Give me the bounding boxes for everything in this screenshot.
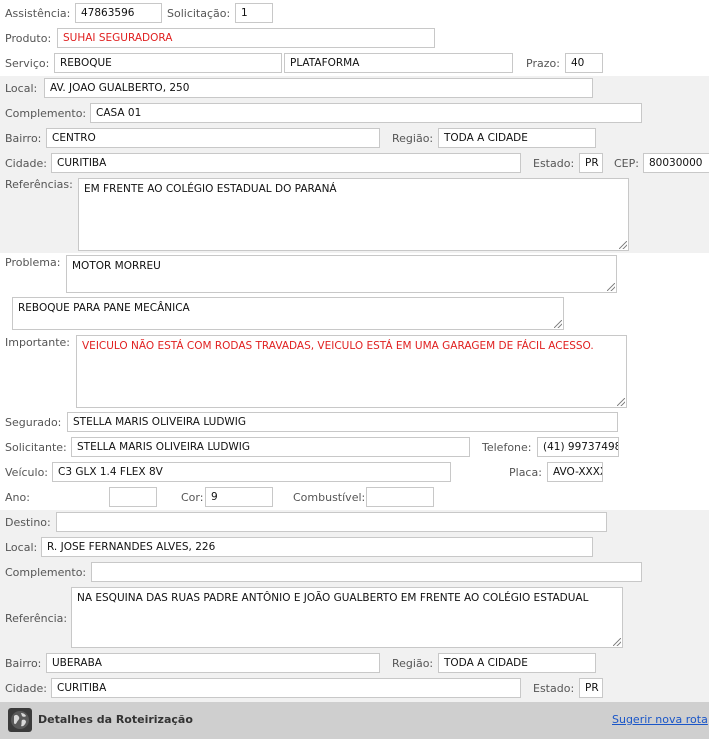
destino-referencia-text: NA ESQUINA DAS RUAS PADRE ANTÔNIO E JOÃO… xyxy=(77,592,589,604)
destino-cidade-field[interactable]: CURITIBA xyxy=(51,678,521,698)
regiao-label: Região: xyxy=(392,132,434,145)
servico-type-field[interactable]: PLATAFORMA xyxy=(284,53,513,73)
destino-regiao-field[interactable]: TODA A CIDADE xyxy=(438,653,596,673)
cor-label: Cor: xyxy=(181,491,204,504)
telefone-label: Telefone: xyxy=(482,441,532,454)
local-label: Local: xyxy=(5,82,38,95)
complemento-label: Complemento: xyxy=(5,107,87,120)
telefone-field[interactable]: (41) 997374986 xyxy=(537,437,619,457)
destino-bairro-label: Bairro: xyxy=(5,657,42,670)
combustivel-label: Combustível: xyxy=(293,491,366,504)
destino-regiao-label: Região: xyxy=(392,657,434,670)
problema-text: MOTOR MORREU xyxy=(72,260,161,272)
problema-label: Problema: xyxy=(5,256,61,269)
referencias-label: Referências: xyxy=(5,178,73,191)
suggest-route-link[interactable]: Sugerir nova rota xyxy=(612,713,708,726)
resize-grip-icon[interactable] xyxy=(619,241,627,249)
routing-details-bar: Detalhes da Roteirização Sugerir nova ro… xyxy=(0,702,709,739)
assistencia-label: Assistência: xyxy=(5,7,71,20)
importante-text: VEICULO NÃO ESTÁ COM RODAS TRAVADAS, VEI… xyxy=(82,340,594,352)
destino-label: Destino: xyxy=(5,516,51,529)
resize-grip-icon[interactable] xyxy=(607,283,615,291)
cep-field[interactable]: 80030000 xyxy=(643,153,709,173)
destino-bairro-field[interactable]: UBERABA xyxy=(46,653,380,673)
routing-details-title: Detalhes da Roteirização xyxy=(38,713,193,726)
problema-textarea[interactable]: MOTOR MORREU xyxy=(66,255,617,293)
destino-local-field[interactable]: R. JOSE FERNANDES ALVES, 226 xyxy=(41,537,593,557)
destino-complemento-label: Complemento: xyxy=(5,566,87,579)
importante-textarea[interactable]: VEICULO NÃO ESTÁ COM RODAS TRAVADAS, VEI… xyxy=(76,335,627,408)
cor-field[interactable]: 9 xyxy=(205,487,273,507)
solicitante-label: Solicitante: xyxy=(5,441,67,454)
resize-grip-icon[interactable] xyxy=(613,638,621,646)
resize-grip-icon[interactable] xyxy=(554,320,562,328)
produto-field[interactable]: SUHAI SEGURADORA xyxy=(57,28,435,48)
solicitacao-label: Solicitação: xyxy=(167,7,231,20)
local-field[interactable]: AV. JOAO GUALBERTO, 250 xyxy=(44,78,593,98)
destino-complemento-field[interactable] xyxy=(91,562,642,582)
ano-field[interactable] xyxy=(109,487,157,507)
destino-estado-field[interactable]: PR xyxy=(579,678,603,698)
servico-label: Serviço: xyxy=(5,57,50,70)
placa-field[interactable]: AVO-XXXX xyxy=(547,462,603,482)
segurado-field[interactable]: STELLA MARIS OLIVEIRA LUDWIG xyxy=(67,412,618,432)
veiculo-label: Veículo: xyxy=(5,466,49,479)
destino-cidade-label: Cidade: xyxy=(5,682,47,695)
estado-label: Estado: xyxy=(533,157,575,170)
prazo-label: Prazo: xyxy=(526,57,560,70)
ano-label: Ano: xyxy=(5,491,30,504)
cep-label: CEP: xyxy=(614,157,639,170)
assistencia-field[interactable]: 47863596 xyxy=(75,3,162,23)
servico-field[interactable]: REBOQUE xyxy=(54,53,282,73)
solicitacao-field[interactable]: 1 xyxy=(235,3,273,23)
destino-referencia-textarea[interactable]: NA ESQUINA DAS RUAS PADRE ANTÔNIO E JOÃO… xyxy=(71,587,623,648)
destino-referencia-label: Referência: xyxy=(5,612,68,625)
regiao-field[interactable]: TODA A CIDADE xyxy=(438,128,596,148)
referencias-text: EM FRENTE AO COLÉGIO ESTADUAL DO PARANÁ xyxy=(84,183,337,195)
importante-label: Importante: xyxy=(5,336,71,349)
problema-detail-textarea[interactable]: REBOQUE PARA PANE MECÂNICA xyxy=(12,297,564,330)
solicitante-field[interactable]: STELLA MARIS OLIVEIRA LUDWIG xyxy=(71,437,470,457)
produto-label: Produto: xyxy=(5,32,52,45)
segurado-label: Segurado: xyxy=(5,416,62,429)
cidade-field[interactable]: CURITIBA xyxy=(51,153,521,173)
resize-grip-icon[interactable] xyxy=(617,398,625,406)
combustivel-field[interactable] xyxy=(366,487,434,507)
placa-label: Placa: xyxy=(509,466,542,479)
bairro-label: Bairro: xyxy=(5,132,42,145)
referencias-textarea[interactable]: EM FRENTE AO COLÉGIO ESTADUAL DO PARANÁ xyxy=(78,178,629,251)
veiculo-field[interactable]: C3 GLX 1.4 FLEX 8V xyxy=(52,462,451,482)
destino-estado-label: Estado: xyxy=(533,682,575,695)
globe-icon xyxy=(8,708,32,732)
prazo-field[interactable]: 40 xyxy=(565,53,603,73)
destino-local-label: Local: xyxy=(5,541,38,554)
cidade-label: Cidade: xyxy=(5,157,47,170)
destino-field[interactable] xyxy=(56,512,607,532)
bairro-field[interactable]: CENTRO xyxy=(46,128,380,148)
problema-detail-text: REBOQUE PARA PANE MECÂNICA xyxy=(18,302,190,314)
estado-field[interactable]: PR xyxy=(579,153,603,173)
complemento-field[interactable]: CASA 01 xyxy=(90,103,642,123)
